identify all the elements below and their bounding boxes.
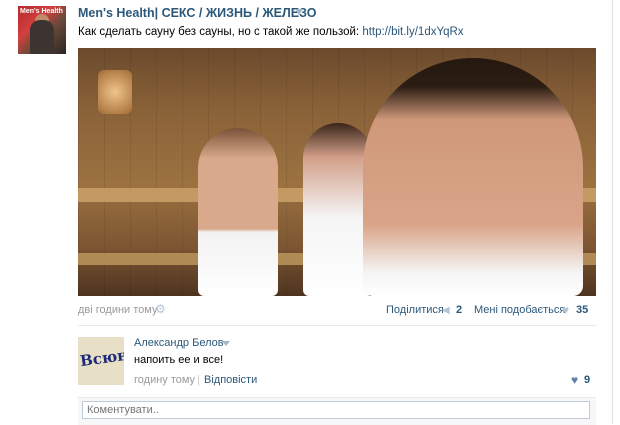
photo-person-left — [198, 128, 278, 296]
comment-author-name[interactable]: Александр Белов — [134, 337, 224, 349]
chevron-down-icon[interactable] — [222, 341, 230, 346]
share-button[interactable]: Поділитися — [386, 304, 444, 316]
megaphone-icon: ◀ — [442, 305, 450, 316]
chevron-down-icon[interactable] — [295, 9, 303, 15]
heart-icon[interactable]: ♥ — [571, 373, 578, 387]
photo-person-front — [363, 58, 583, 296]
wall-post: Men's Health Men's Health| СЕКС / ЖИЗНЬ … — [0, 0, 620, 425]
page-avatar[interactable]: Men's Health — [18, 6, 66, 54]
comment-separator: | — [197, 374, 200, 386]
post-link[interactable]: http://bit.ly/1dxYqRx — [362, 26, 463, 38]
like-count[interactable]: 35 — [576, 304, 588, 316]
heart-icon[interactable]: ♥ — [562, 303, 569, 317]
post-photo[interactable] — [78, 48, 596, 296]
gear-icon[interactable]: ⚙ — [155, 303, 166, 315]
sauna-lamp — [98, 70, 132, 114]
comment-author-avatar[interactable]: Всюн — [78, 337, 124, 385]
post-timestamp[interactable]: дві години тому — [78, 304, 157, 316]
page-name-link[interactable]: Men's Health| СЕКС / ЖИЗНЬ / ЖЕЛЕЗО — [78, 6, 317, 20]
divider — [78, 325, 596, 326]
avatar-figure-body — [30, 20, 54, 54]
avatar-graffiti-text: Всюн — [78, 345, 124, 371]
share-count[interactable]: 2 — [456, 304, 462, 316]
comment-text: напоить ее и все! — [134, 354, 224, 366]
like-button[interactable]: Мені подобається — [474, 304, 565, 316]
reply-button[interactable]: Відповісти — [204, 374, 257, 386]
comment-like-count[interactable]: 9 — [584, 374, 590, 386]
comment-input[interactable] — [82, 401, 590, 419]
scrollbar-border — [612, 0, 613, 424]
post-text-body: Как сделать сауну без сауны, но с такой … — [78, 26, 363, 38]
post-text: Как сделать сауну без сауны, но с такой … — [78, 26, 464, 38]
comment-timestamp[interactable]: годину тому — [134, 374, 195, 386]
